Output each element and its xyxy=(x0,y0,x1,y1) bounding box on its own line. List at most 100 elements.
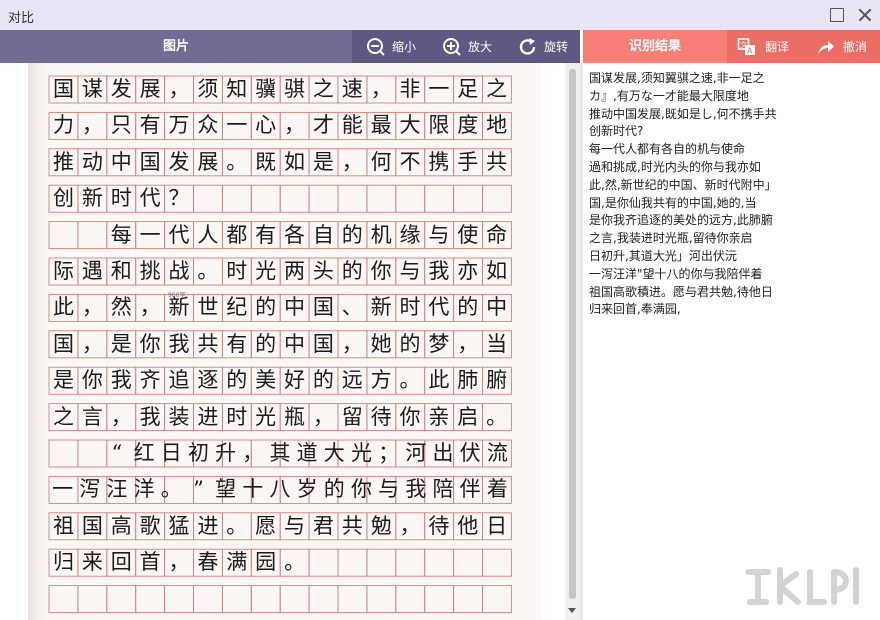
handwriting-char: 与 xyxy=(378,477,400,502)
zoom-in-button[interactable]: 放大 xyxy=(442,30,492,63)
handwriting-char: 升 xyxy=(215,441,237,465)
window-title: 对比 xyxy=(8,11,35,26)
handwriting-char: 之 xyxy=(52,404,74,429)
handwriting-char: 的 xyxy=(341,222,363,247)
handwriting-char: 洋 xyxy=(133,477,155,502)
handwriting-char: 日 xyxy=(486,513,508,538)
scrollbar-thumb[interactable] xyxy=(569,69,576,599)
handwriting-char: 的 xyxy=(341,259,363,283)
handwriting-char: 此 xyxy=(52,295,74,320)
handwriting-char: 发 xyxy=(110,77,132,101)
handwriting-row: 力，只有万众一心，才能最大限度地 xyxy=(49,112,511,138)
handwriting-char: ， xyxy=(242,441,264,465)
grid-cell xyxy=(77,585,108,614)
handwriting-char: 言 xyxy=(81,404,103,429)
handwriting-char: 齐 xyxy=(139,368,161,393)
handwriting-char: 瓶 xyxy=(283,404,305,429)
handwriting-char: 留 xyxy=(341,404,363,429)
handwriting-char: 祖 xyxy=(52,513,74,538)
undo-button[interactable]: 撤消 xyxy=(815,30,867,63)
zoom-out-button[interactable]: 缩小 xyxy=(366,30,416,63)
result-line: 每一代人都有各自的机与使命 xyxy=(589,142,746,157)
handwriting-char: 我 xyxy=(110,368,132,393)
handwriting-char: 首 xyxy=(139,550,161,575)
handwriting-char: 好 xyxy=(283,368,305,393)
handwriting-char: 。 xyxy=(160,477,182,502)
handwriting-char: ， xyxy=(168,550,190,575)
handwriting-char xyxy=(49,440,76,466)
grid-cell xyxy=(279,585,310,614)
handwriting-char: 战 xyxy=(168,259,190,283)
handwriting-char: 国 xyxy=(139,149,161,174)
title-bar: 对比 xyxy=(0,0,880,30)
handwriting-char: 动 xyxy=(81,149,103,174)
handwriting-char: ， xyxy=(139,295,161,320)
handwriting-char: 追 xyxy=(168,368,190,393)
result-line: 推动中国发展,既如是し,何不携手共 xyxy=(589,106,777,121)
handwriting-char: 新 xyxy=(370,295,392,320)
undo-label: 撤消 xyxy=(843,40,868,54)
handwriting-char: 遇 xyxy=(81,259,103,283)
zoom-out-icon xyxy=(367,37,385,56)
handwriting-char: 与 xyxy=(283,513,305,538)
handwriting-row: 是你我齐追逐的美好的远方。此肺腑 xyxy=(49,367,511,393)
result-toolbar: 识别结果 文 A 翻译 撤消 xyxy=(583,30,880,63)
handwriting-char: 缘 xyxy=(399,222,421,247)
handwriting-char: 汪 xyxy=(106,477,128,502)
grid-cell xyxy=(482,585,512,614)
handwriting-char: 出 xyxy=(432,441,454,465)
translate-icon: 文 A xyxy=(737,37,755,55)
result-tools: 文 A 翻译 撤消 xyxy=(727,30,880,63)
grid-cell xyxy=(135,585,166,614)
result-panel-title: 识别结果 xyxy=(583,30,727,63)
handwriting-char: 是 xyxy=(110,331,132,356)
handwriting-char: 光 xyxy=(350,441,372,465)
handwriting-char: 歌 xyxy=(139,513,161,538)
handwriting-char: 携 xyxy=(428,149,450,174)
handwriting-char: 力 xyxy=(52,113,74,138)
handwriting-char: 之 xyxy=(312,77,334,101)
handwriting-char xyxy=(49,222,78,248)
handwriting-char: 光 xyxy=(255,259,277,283)
image-panel-title: 图片 xyxy=(162,39,189,54)
result-line: 创新时代? xyxy=(589,124,644,139)
handwriting-char: 她 xyxy=(370,331,392,356)
handwriting-char: 红 xyxy=(133,441,155,465)
close-button[interactable] xyxy=(855,5,875,25)
handwriting-char: 他 xyxy=(457,513,479,538)
handwriting-char: 园 xyxy=(255,550,277,575)
handwriting-char: 此 xyxy=(428,368,450,393)
maximize-button[interactable] xyxy=(827,5,847,25)
handwriting-char: 是 xyxy=(52,368,74,393)
scroll-down-arrow-icon[interactable] xyxy=(568,608,576,613)
handwriting-char: 道 xyxy=(296,441,318,465)
handwriting-char: 猛 xyxy=(168,513,190,538)
result-textarea[interactable]: 国谋发展,须知翼骐之速,非一足之 カ』,有万な一才能最大限度地 推动中国发展,既如是… xyxy=(589,70,799,319)
image-view[interactable]: 国谋发展，须知骥骐之速，非一足之力，只有万众一心，才能最大限度地推动中国发展。既… xyxy=(0,63,580,620)
translate-label: 翻译 xyxy=(765,40,790,54)
handwriting-char: 愿 xyxy=(255,513,277,538)
handwriting-char: 的 xyxy=(226,368,248,393)
handwriting-char: 与 xyxy=(428,222,450,247)
handwriting-char: 使 xyxy=(457,222,479,247)
handwriting-char: 国 xyxy=(52,331,74,356)
result-line: 一泻汪洋"望十八的你与我陪伴着 xyxy=(589,266,763,281)
handwriting-char: 万 xyxy=(168,113,190,138)
handwriting-char: 创 xyxy=(52,186,74,211)
rotate-button[interactable]: 旋转 xyxy=(518,30,568,63)
handwriting-char: 中 xyxy=(110,149,132,174)
grid-cell xyxy=(308,585,339,614)
image-scrollbar[interactable] xyxy=(565,63,580,620)
handwriting-char: 一 xyxy=(428,77,450,101)
zoom-in-icon xyxy=(443,37,461,56)
recognition-result[interactable]: 国谋发展,须知翼骐之速,非一足之 カ』,有万な一才能最大限度地 推动中国发展,既如是… xyxy=(580,63,880,620)
handwriting-char: 有 xyxy=(139,113,161,138)
translate-button[interactable]: 文 A 翻译 xyxy=(737,30,789,63)
handwriting-char: 代 xyxy=(168,222,190,247)
handwriting-char: 的 xyxy=(457,295,479,320)
handwriting-char: 速 xyxy=(341,77,363,101)
grid-cell xyxy=(453,585,483,614)
handwriting-char: 时 xyxy=(226,404,248,429)
handwriting-char: 心 xyxy=(255,113,277,138)
result-line: 過和挑成,时光内头的你与我亦如 xyxy=(589,159,761,174)
